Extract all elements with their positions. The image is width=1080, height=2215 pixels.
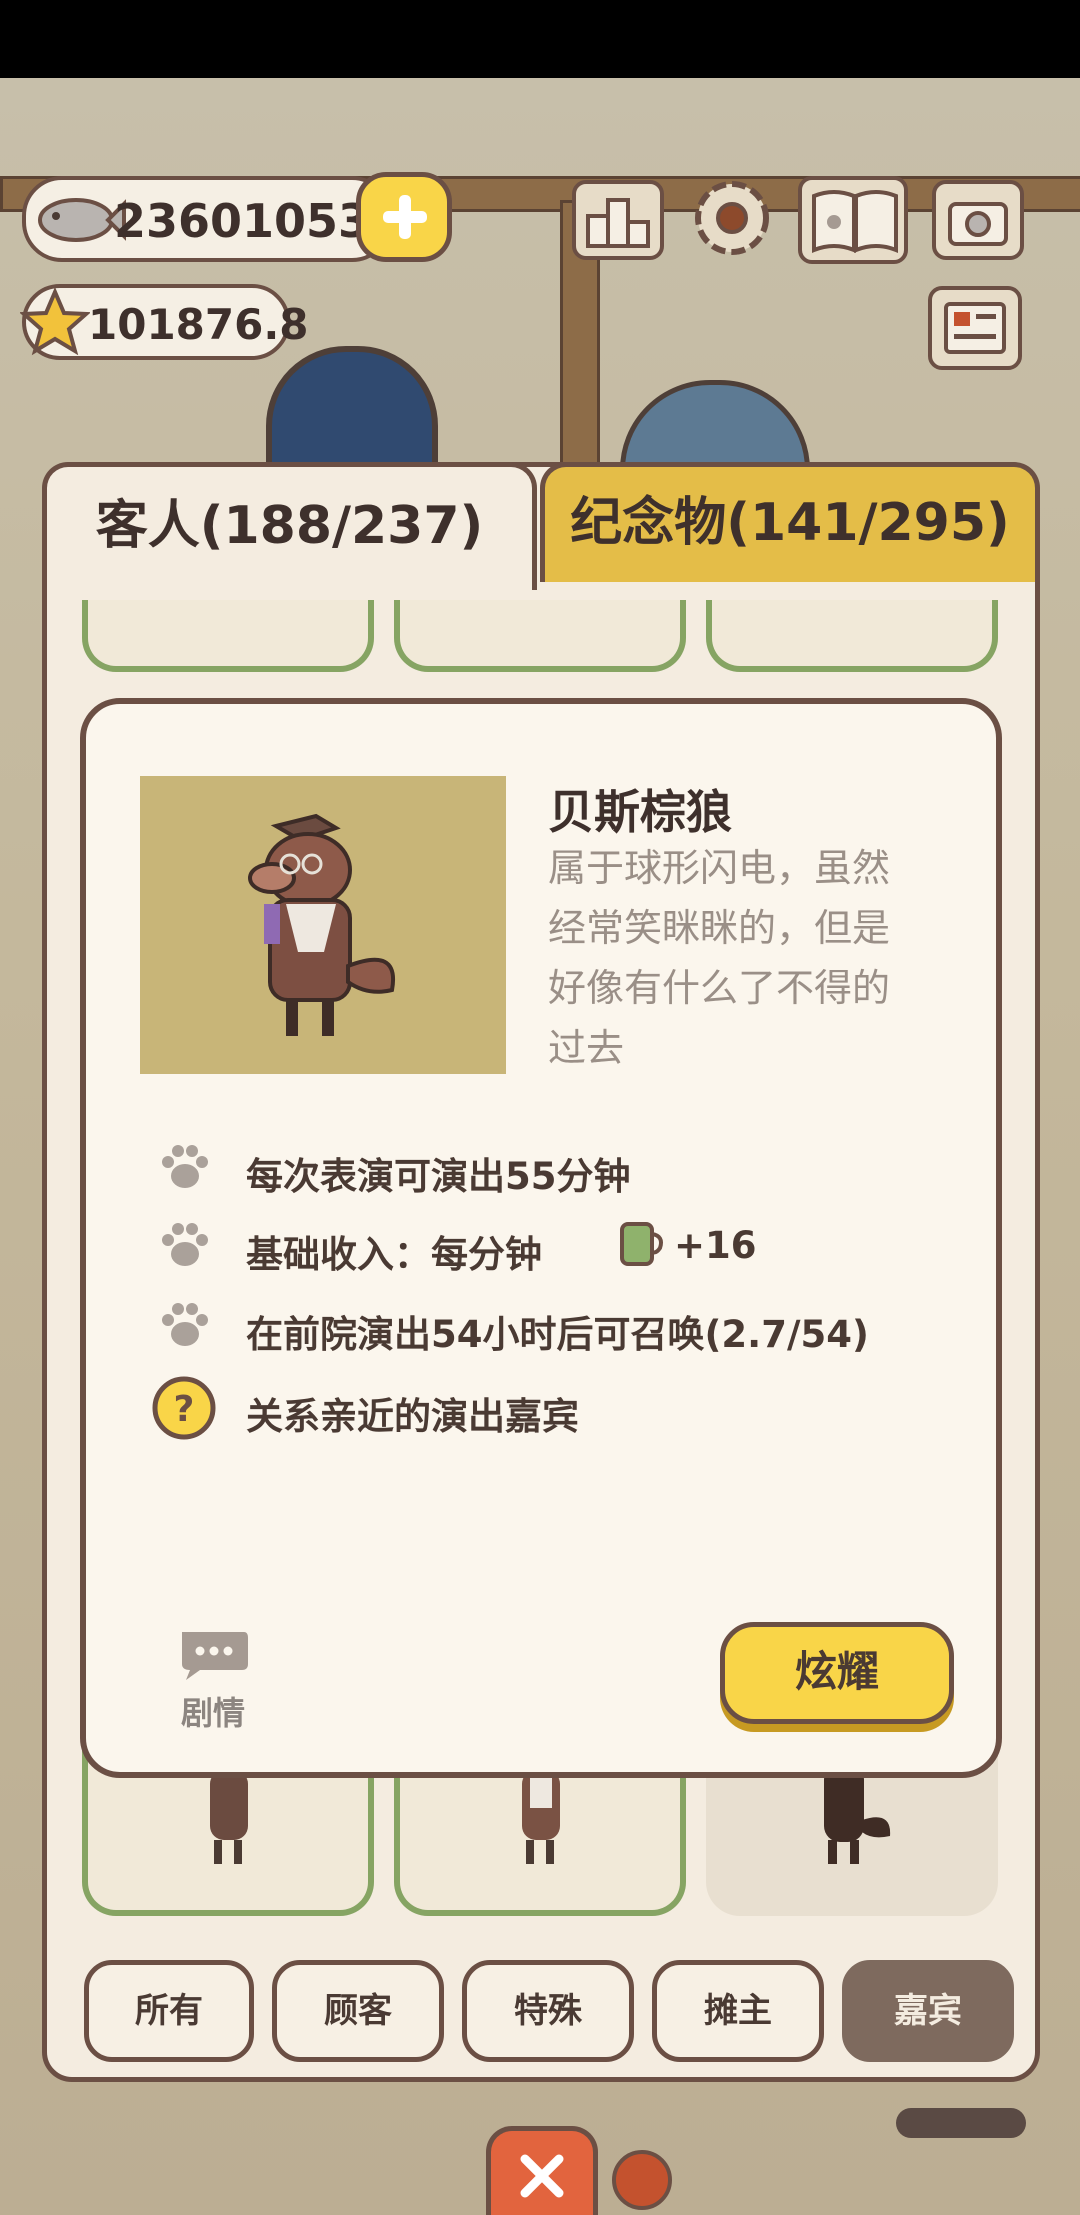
stat-income-label: 基础收入：每分钟 — [246, 1233, 542, 1276]
newspaper-icon — [944, 302, 1006, 354]
filter-special[interactable]: 特殊 — [462, 1960, 634, 2062]
description-line: 属于球形闪电，虽然 — [548, 846, 891, 890]
filter-all[interactable]: 所有 — [84, 1960, 254, 2062]
description-line: 好像有什么了不得的 — [548, 966, 891, 1010]
fish-icon — [38, 198, 126, 242]
star-count: 101876.8 — [88, 300, 309, 349]
camera-icon — [948, 202, 1008, 246]
close-button[interactable] — [486, 2126, 598, 2215]
paw-icon — [162, 1303, 208, 1346]
fish-currency-pill: 23601053 — [22, 176, 392, 262]
guest-name: 贝斯棕狼 — [548, 785, 732, 839]
story-button[interactable]: 剧情 — [168, 1626, 258, 1734]
flaunt-button[interactable]: 炫耀 — [720, 1622, 954, 1724]
drink-cup-icon — [620, 1222, 663, 1266]
plus-icon — [383, 195, 427, 239]
star-currency-pill: 101876.8 — [20, 284, 309, 360]
stat-income-value: +16 — [674, 1224, 757, 1267]
filter-guests[interactable]: 嘉宾 — [842, 1960, 1014, 2062]
svg-text:?: ? — [174, 1389, 195, 1430]
stat-relation: 关系亲近的演出嘉宾 — [246, 1395, 579, 1438]
podium-icon — [586, 198, 650, 248]
guest-card[interactable] — [82, 600, 374, 672]
guest-portrait — [140, 776, 506, 1074]
add-fish-button[interactable] — [356, 172, 452, 262]
scroll-indicator — [896, 2108, 1026, 2138]
brown-wolf-illustration — [248, 813, 395, 1036]
filter-customers[interactable]: 顾客 — [272, 1960, 444, 2062]
stat-duration: 每次表演可演出55分钟 — [246, 1155, 631, 1198]
tab-souvenirs[interactable]: 纪念物(141/295) — [540, 462, 1040, 582]
newspaper-button[interactable] — [928, 286, 1022, 370]
gear-icon — [695, 181, 769, 255]
stat-summon: 在前院演出54小时后可召唤(2.7/54) — [246, 1313, 869, 1356]
filter-vendors[interactable]: 摊主 — [652, 1960, 824, 2062]
paw-book-icon — [812, 190, 898, 253]
alert-badge — [612, 2150, 672, 2210]
star-icon — [20, 288, 90, 356]
story-label: 剧情 — [180, 1694, 245, 1732]
description-line: 过去 — [548, 1026, 625, 1070]
chat-bubble-icon — [182, 1632, 248, 1680]
tab-guests[interactable]: 客人(188/237) — [42, 462, 537, 590]
paw-icon — [162, 1223, 208, 1266]
collection-book-button[interactable] — [798, 176, 908, 264]
guest-card[interactable] — [394, 600, 686, 672]
guest-description: 属于球形闪电，虽然 经常笑眯眯的，但是 好像有什么了不得的 过去 — [548, 838, 928, 1078]
leaderboard-button[interactable] — [572, 180, 664, 260]
guest-card[interactable] — [706, 600, 998, 672]
close-icon — [520, 2154, 564, 2198]
question-icon[interactable]: ? — [150, 1374, 218, 1442]
camera-button[interactable] — [932, 180, 1024, 260]
status-bar — [0, 0, 1080, 78]
description-line: 经常笑眯眯的，但是 — [548, 906, 891, 950]
paw-icon — [162, 1145, 208, 1188]
fish-count: 23601053 — [114, 194, 371, 248]
settings-button[interactable] — [686, 172, 778, 264]
